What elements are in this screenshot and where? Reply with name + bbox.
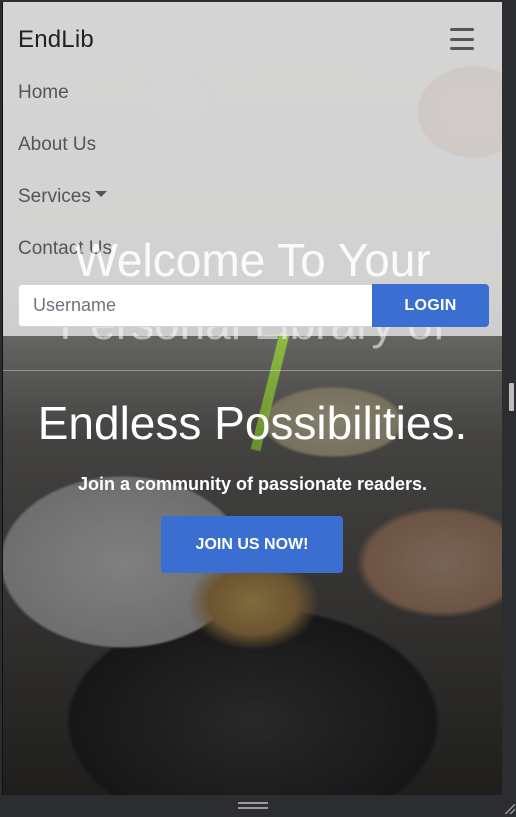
corner-resize-icon[interactable] <box>505 804 515 814</box>
hero-title-line-1-overlay: Welcome To Your <box>74 234 431 286</box>
nav-link-services[interactable]: Services <box>18 186 107 208</box>
resize-handle-icon[interactable] <box>238 802 268 810</box>
join-us-button[interactable]: JOIN US NOW! <box>161 516 343 573</box>
browser-frame: Welcome To Your Personal Library of EndL… <box>0 0 516 817</box>
hamburger-icon[interactable] <box>450 28 474 50</box>
navbar-divider <box>3 370 502 371</box>
login-form: LOGIN <box>18 284 489 327</box>
username-input[interactable] <box>18 284 372 327</box>
hero-tagline: Join a community of passionate readers. <box>77 474 428 494</box>
brand-logo[interactable]: EndLib <box>18 26 94 54</box>
nav-link-home[interactable]: Home <box>18 82 69 104</box>
page-viewport: Welcome To Your Personal Library of EndL… <box>2 2 502 795</box>
side-scroll-handle[interactable] <box>509 383 514 411</box>
hero-title-line-3: Endless Possibilities. <box>37 397 468 449</box>
nav-link-services-label: Services <box>18 186 91 207</box>
login-button[interactable]: LOGIN <box>372 284 489 327</box>
nav-link-about-us[interactable]: About Us <box>18 134 96 156</box>
caret-down-icon <box>94 190 107 197</box>
